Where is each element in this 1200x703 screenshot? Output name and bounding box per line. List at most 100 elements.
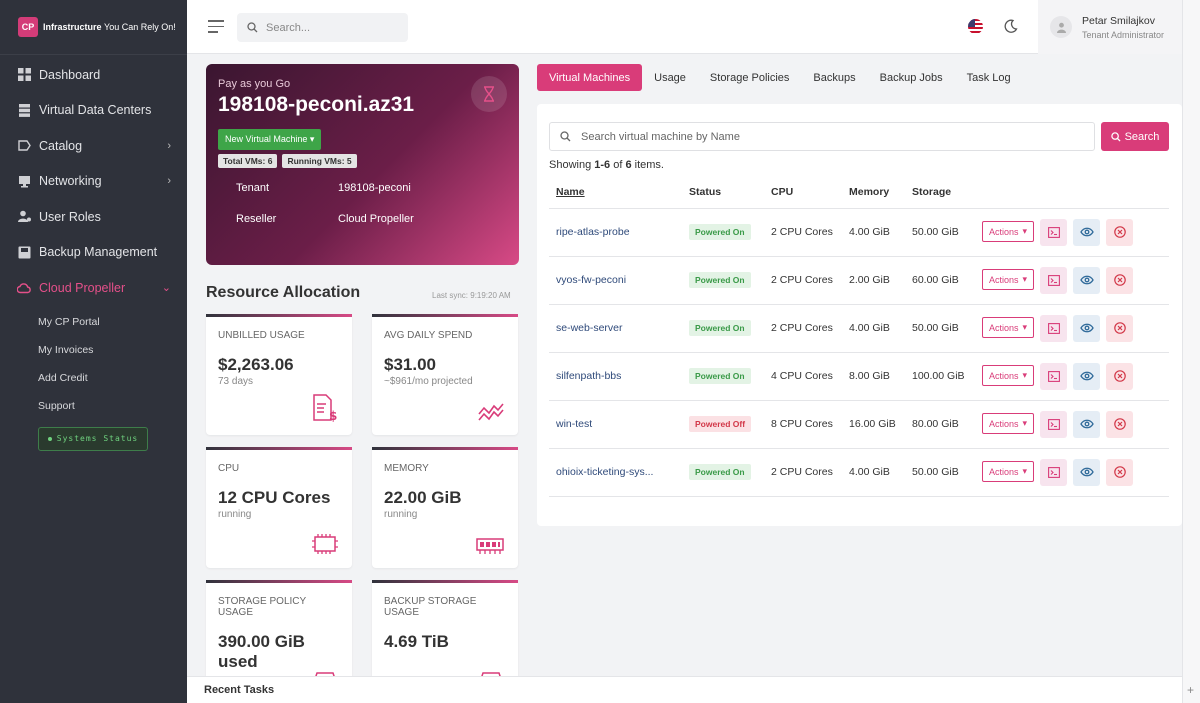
view-button[interactable]: [1073, 362, 1101, 390]
actions-dropdown-button[interactable]: Actions ▾: [982, 269, 1035, 291]
vm-name-link[interactable]: win-test: [549, 400, 689, 449]
storage-cell: 50.00 GiB: [912, 304, 982, 353]
delete-button[interactable]: [1106, 458, 1134, 486]
cpu-cell: 2 CPU Cores: [771, 304, 849, 353]
actions-dropdown-button[interactable]: Actions ▾: [982, 365, 1035, 387]
storage-cell: 60.00 GiB: [912, 256, 982, 305]
tab-storage-policies[interactable]: Storage Policies: [698, 64, 802, 91]
delete-button[interactable]: [1106, 362, 1134, 390]
moon-icon[interactable]: [1003, 19, 1018, 34]
column-header-status: Status: [689, 176, 771, 209]
actions-dropdown-button[interactable]: Actions ▾: [982, 221, 1035, 243]
table-row: se-web-server Powered On 2 CPU Cores 4.00 G…: [549, 304, 1169, 353]
svg-text:$: $: [329, 409, 337, 422]
tab-backups[interactable]: Backups: [801, 64, 867, 91]
view-button[interactable]: [1073, 314, 1101, 342]
sidebar-item-networking[interactable]: Networking ›: [0, 164, 187, 200]
actions-dropdown-button[interactable]: Actions ▾: [982, 461, 1035, 483]
vm-name-link[interactable]: vyos-fw-peconi: [549, 256, 689, 305]
console-button[interactable]: [1040, 266, 1068, 294]
status-dot-icon: [47, 436, 52, 441]
storage-cell: 80.00 GiB: [912, 400, 982, 449]
actions-dropdown-button[interactable]: Actions ▾: [982, 413, 1035, 435]
card-subtext: running: [218, 509, 252, 520]
console-button[interactable]: [1040, 410, 1068, 438]
datacenter-icon: [17, 103, 31, 117]
table-header-row: Name Status CPU Memory Storage: [549, 176, 1169, 209]
caret-down-icon: ▾: [1022, 466, 1028, 477]
actions-dropdown-button[interactable]: Actions ▾: [982, 317, 1035, 339]
user-role: Tenant Administrator: [1082, 29, 1165, 40]
vm-search-input[interactable]: Search virtual machine by Name: [549, 122, 1095, 151]
recent-tasks-bar[interactable]: Recent Tasks +: [187, 676, 1194, 703]
vm-name-link[interactable]: ripe-atlas-probe: [549, 208, 689, 257]
card-label: UNBILLED USAGE: [218, 330, 305, 341]
delete-button[interactable]: [1106, 218, 1134, 246]
user-menu[interactable]: Petar Smilajkov Tenant Administrator: [1038, 0, 1182, 54]
view-button[interactable]: [1073, 218, 1101, 246]
actions-cell: Actions ▾: [982, 256, 1169, 305]
sidebar-subitem-my-invoices[interactable]: My Invoices: [0, 336, 187, 364]
actions-label: Actions: [989, 226, 1019, 237]
tab-backup-jobs[interactable]: Backup Jobs: [868, 64, 955, 91]
actions-label: Actions: [989, 466, 1019, 477]
brand[interactable]: CP Infrastructure You Can Rely On!: [0, 0, 187, 55]
sidebar-item-backup-management[interactable]: Backup Management: [0, 235, 187, 271]
tab-virtual-machines[interactable]: Virtual Machines: [537, 64, 643, 91]
console-button[interactable]: [1040, 218, 1068, 246]
sidebar-item-cloud-propeller[interactable]: Cloud Propeller ⌄: [0, 270, 187, 306]
sidebar-item-virtual-data-centers[interactable]: Virtual Data Centers: [0, 93, 187, 129]
sidebar-subnav: My CP Portal My Invoices Add Credit Supp…: [0, 308, 187, 420]
storage-cell: 50.00 GiB: [912, 448, 982, 497]
tab-usage[interactable]: Usage: [642, 64, 698, 91]
console-button[interactable]: [1040, 458, 1068, 486]
vm-name-link[interactable]: ohioix-ticketing-sys...: [549, 448, 689, 497]
sidebar-subitem-add-credit[interactable]: Add Credit: [0, 364, 187, 392]
showing-suffix: items.: [631, 159, 664, 171]
eye-icon: [1079, 467, 1094, 477]
memory-cell: 8.00 GiB: [849, 352, 912, 401]
sidebar-item-dashboard[interactable]: Dashboard: [0, 57, 187, 93]
sidebar-item-catalog[interactable]: Catalog ›: [0, 128, 187, 164]
column-header-name[interactable]: Name: [549, 176, 689, 209]
table-row: vyos-fw-peconi Powered On 2 CPU Cores 2.00 …: [549, 256, 1169, 305]
terminal-icon: [1047, 466, 1060, 478]
user-icon: [1056, 22, 1066, 33]
search-button[interactable]: Search: [1101, 122, 1169, 151]
delete-button[interactable]: [1106, 266, 1134, 294]
cpu-cell: 2 CPU Cores: [771, 448, 849, 497]
terminal-icon: [1047, 418, 1060, 430]
delete-button[interactable]: [1106, 314, 1134, 342]
vm-name-link[interactable]: se-web-server: [549, 304, 689, 353]
view-button[interactable]: [1073, 266, 1101, 294]
status-cell: Powered On: [689, 208, 771, 257]
sidebar-item-user-roles[interactable]: User Roles: [0, 199, 187, 235]
cpu-cell: 2 CPU Cores: [771, 208, 849, 257]
right-edge-strip: [1182, 0, 1200, 703]
status-badge: Powered On: [689, 320, 751, 336]
sidebar-subitem-support[interactable]: Support: [0, 392, 187, 420]
view-button[interactable]: [1073, 458, 1101, 486]
expand-icon[interactable]: +: [1187, 683, 1194, 697]
caret-down-icon: ▾: [1022, 274, 1028, 285]
terminal-icon: [1047, 370, 1060, 382]
systems-status-button[interactable]: Systems Status: [38, 426, 148, 451]
global-search-input[interactable]: Search...: [237, 13, 408, 42]
console-button[interactable]: [1040, 314, 1068, 342]
menu-toggle-icon[interactable]: [208, 20, 224, 37]
console-button[interactable]: [1040, 362, 1068, 390]
view-button[interactable]: [1073, 410, 1101, 438]
memory-cell: 16.00 GiB: [849, 400, 912, 449]
us-flag-icon[interactable]: [968, 19, 983, 34]
search-button-label: Search: [1124, 130, 1160, 143]
terminal-icon: [1047, 274, 1060, 286]
sidebar-subitem-my-cp-portal[interactable]: My CP Portal: [0, 308, 187, 336]
chevron-right-icon: ›: [167, 139, 171, 152]
delete-button[interactable]: [1106, 410, 1134, 438]
new-virtual-machine-button[interactable]: New Virtual Machine ▾: [218, 129, 322, 150]
vm-name-link[interactable]: silfenpath-bbs: [549, 352, 689, 401]
storage-cell: 100.00 GiB: [912, 352, 982, 401]
sidebar-item-label: User Roles: [39, 209, 101, 224]
memory-card: MEMORY 22.00 GiB running: [372, 447, 518, 568]
tab-task-log[interactable]: Task Log: [955, 64, 1023, 91]
